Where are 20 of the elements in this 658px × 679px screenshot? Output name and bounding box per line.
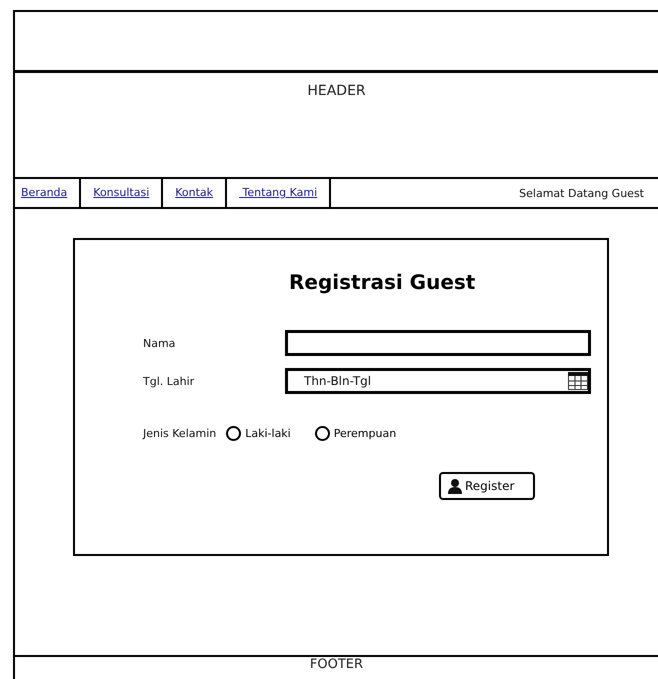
field-label: Tgl. Lahir [143, 374, 196, 388]
calendar-icon[interactable] [568, 372, 588, 390]
radio-label: Laki-laki [245, 426, 291, 440]
field-label: Nama [143, 336, 176, 350]
nav-link[interactable]: Kontak [169, 179, 228, 207]
user-icon [447, 478, 463, 494]
nav-link[interactable]: Beranda [15, 179, 82, 207]
radio-button[interactable] [314, 426, 330, 440]
nav-link[interactable]: Konsultasi [87, 179, 164, 207]
nav-link[interactable]: Tentang Kami [233, 179, 332, 207]
footer-label: FOOTER [310, 657, 364, 674]
radio-label: Perempuan [334, 426, 396, 440]
header-label: HEADER [307, 83, 366, 101]
radio-button[interactable] [226, 426, 242, 440]
form-title: Registrasi Guest [289, 270, 476, 294]
date-input-field[interactable]: Thn-Bln-Tgl [285, 368, 591, 394]
register-button[interactable]: Register [439, 472, 535, 500]
field-label: Jenis Kelamin [143, 426, 216, 440]
greeting-text: Selamat Datang Guest [519, 186, 644, 200]
name-input-field[interactable] [285, 330, 591, 356]
